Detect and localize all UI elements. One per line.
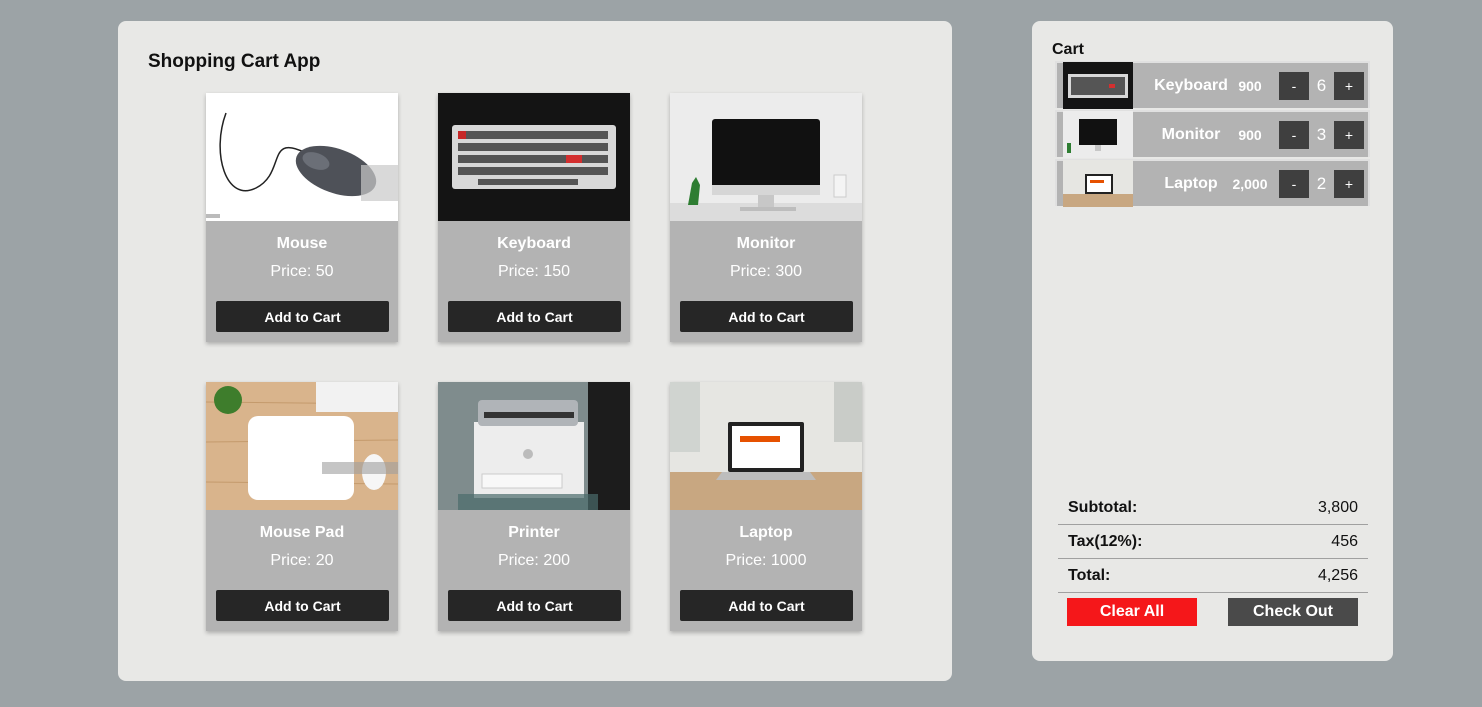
cart-item: Monitor 900 - 3 + (1055, 110, 1370, 158)
add-to-cart-button[interactable]: Add to Cart (448, 301, 621, 332)
cart-item-name: Laptop (1164, 174, 1218, 192)
tax-value: 456 (1331, 532, 1358, 550)
monitor-image (670, 93, 862, 221)
shop-panel: Shopping Cart App Mouse Price: 50 Add to… (118, 21, 952, 681)
product-price: Price: 20 (270, 552, 334, 569)
product-card-mouse: Mouse Price: 50 Add to Cart (206, 93, 398, 342)
add-to-cart-button[interactable]: Add to Cart (448, 590, 621, 621)
cart-item-price: 2,000 (1232, 175, 1268, 192)
tax-row: Tax(12%): 456 (1058, 525, 1368, 559)
cart-title: Cart (1052, 41, 1085, 58)
cart-item-price: 900 (1238, 77, 1262, 94)
increase-quantity-button[interactable]: + (1334, 169, 1364, 198)
increase-quantity-button[interactable]: + (1334, 71, 1364, 100)
increase-quantity-button[interactable]: + (1334, 120, 1364, 149)
cart-item-name: Keyboard (1154, 76, 1228, 94)
cart-item-thumbnail (1063, 160, 1133, 207)
mousepad-image (206, 382, 398, 510)
product-card-laptop: Laptop Price: 1000 Add to Cart (670, 382, 862, 631)
product-name: Mouse Pad (259, 524, 345, 541)
product-price: Price: 200 (497, 552, 571, 569)
add-to-cart-button[interactable]: Add to Cart (216, 590, 389, 621)
total-row: Total: 4,256 (1058, 559, 1368, 593)
decrease-quantity-button[interactable]: - (1279, 169, 1309, 198)
tax-label: Tax(12%): (1068, 532, 1143, 550)
subtotal-label: Subtotal: (1068, 498, 1138, 516)
product-name: Monitor (736, 235, 796, 252)
cart-item: Laptop 2,000 - 2 + (1055, 159, 1370, 207)
cart-item-name: Monitor (1161, 125, 1221, 143)
check-out-button[interactable]: Check Out (1228, 598, 1358, 626)
product-card-monitor: Monitor Price: 300 Add to Cart (670, 93, 862, 342)
cart-totals: Subtotal: 3,800 Tax(12%): 456 Total: 4,2… (1058, 491, 1368, 593)
cart-item-thumbnail (1063, 111, 1133, 158)
cart-list: Keyboard 900 - 6 + Monitor 900 - 3 + Lap… (1055, 61, 1370, 208)
product-card-keyboard: Keyboard Price: 150 Add to Cart (438, 93, 630, 342)
cart-item-price: 900 (1238, 126, 1262, 143)
subtotal-row: Subtotal: 3,800 (1058, 491, 1368, 525)
product-price: Price: 300 (729, 263, 803, 280)
quantity-value: 3 (1316, 124, 1327, 144)
quantity-value: 6 (1316, 75, 1327, 95)
product-name: Mouse (276, 235, 328, 252)
cart-panel: Cart Keyboard 900 - 6 + Monitor 900 - 3 … (1032, 21, 1393, 661)
product-price: Price: 50 (270, 263, 334, 280)
add-to-cart-button[interactable]: Add to Cart (680, 301, 853, 332)
product-name: Laptop (739, 524, 793, 541)
add-to-cart-button[interactable]: Add to Cart (680, 590, 853, 621)
product-price: Price: 1000 (725, 552, 807, 569)
printer-image (438, 382, 630, 510)
page-title: Shopping Cart App (148, 51, 321, 72)
clear-all-button[interactable]: Clear All (1067, 598, 1197, 626)
cart-item-thumbnail (1063, 62, 1133, 109)
cart-item: Keyboard 900 - 6 + (1055, 61, 1370, 109)
total-label: Total: (1068, 566, 1111, 584)
product-name: Keyboard (497, 235, 571, 252)
quantity-value: 2 (1316, 173, 1327, 193)
mouse-image (206, 93, 398, 221)
product-grid: Mouse Price: 50 Add to Cart Keyboard Pri… (206, 93, 862, 631)
keyboard-image (438, 93, 630, 221)
decrease-quantity-button[interactable]: - (1279, 71, 1309, 100)
subtotal-value: 3,800 (1317, 498, 1358, 516)
product-name: Printer (508, 524, 560, 541)
decrease-quantity-button[interactable]: - (1279, 120, 1309, 149)
add-to-cart-button[interactable]: Add to Cart (216, 301, 389, 332)
product-price: Price: 150 (497, 263, 571, 280)
total-value: 4,256 (1317, 566, 1358, 584)
laptop-image (670, 382, 862, 510)
product-card-mouse-pad: Mouse Pad Price: 20 Add to Cart (206, 382, 398, 631)
product-card-printer: Printer Price: 200 Add to Cart (438, 382, 630, 631)
